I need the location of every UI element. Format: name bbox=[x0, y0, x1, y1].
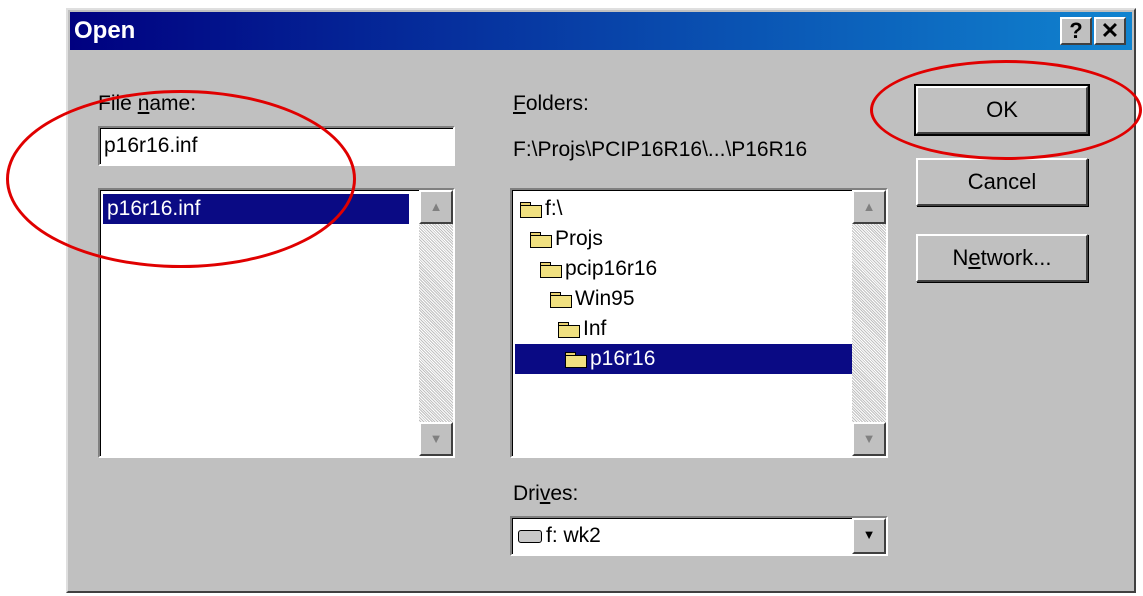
arrow-up-icon: ▲ bbox=[429, 199, 443, 214]
open-folder-icon bbox=[558, 321, 580, 338]
arrow-down-icon: ▼ bbox=[429, 431, 443, 446]
title-bar[interactable]: Open ? ✕ bbox=[70, 12, 1132, 50]
scroll-up-button[interactable]: ▲ bbox=[419, 190, 453, 224]
drives-label: Drives: bbox=[513, 482, 579, 505]
cancel-button[interactable]: Cancel bbox=[916, 158, 1088, 206]
open-folder-icon bbox=[565, 351, 587, 368]
folder-tree-scrollbar[interactable]: ▲ ▼ bbox=[852, 190, 886, 456]
window-title: Open bbox=[74, 17, 136, 44]
scroll-down-button[interactable]: ▼ bbox=[852, 422, 886, 456]
folder-item-selected[interactable]: p16r16 bbox=[515, 344, 852, 374]
file-name-label: File name: bbox=[98, 92, 197, 115]
folders-label: Folders: bbox=[513, 92, 589, 115]
folder-item[interactable]: Projs bbox=[530, 224, 603, 254]
folder-item[interactable]: Win95 bbox=[550, 284, 635, 314]
folder-tree[interactable]: f:\ Projs pcip16r16 Win95 Inf p16r16 ▲ ▼ bbox=[510, 188, 888, 458]
folder-item[interactable]: pcip16r16 bbox=[540, 254, 657, 284]
ok-button[interactable]: OK bbox=[914, 84, 1090, 136]
open-dialog: Open ? ✕ File name: p16r16.inf p16r16.in… bbox=[66, 8, 1136, 593]
file-name-input[interactable]: p16r16.inf bbox=[98, 126, 455, 166]
folder-item[interactable]: Inf bbox=[558, 314, 606, 344]
open-folder-icon bbox=[540, 261, 562, 278]
file-name-value: p16r16.inf bbox=[104, 134, 198, 157]
open-folder-icon bbox=[520, 201, 542, 218]
list-item[interactable]: p16r16.inf bbox=[103, 194, 409, 224]
chevron-down-icon: ▼ bbox=[862, 527, 876, 542]
file-list-scrollbar[interactable]: ▲ ▼ bbox=[419, 190, 453, 456]
folder-item[interactable]: f:\ bbox=[520, 194, 563, 224]
scroll-up-button[interactable]: ▲ bbox=[852, 190, 886, 224]
close-icon: ✕ bbox=[1100, 18, 1120, 43]
open-folder-icon bbox=[530, 231, 552, 248]
arrow-up-icon: ▲ bbox=[862, 199, 876, 214]
open-folder-icon bbox=[550, 291, 572, 308]
drives-select[interactable]: f: wk2 ▼ bbox=[510, 516, 888, 556]
drive-value: f: wk2 bbox=[518, 521, 601, 551]
current-path: F:\Projs\PCIP16R16\...\P16R16 bbox=[513, 138, 808, 161]
help-button[interactable]: ? bbox=[1060, 17, 1092, 45]
file-list[interactable]: p16r16.inf ▲ ▼ bbox=[98, 188, 455, 458]
arrow-down-icon: ▼ bbox=[862, 431, 876, 446]
scroll-down-button[interactable]: ▼ bbox=[419, 422, 453, 456]
close-button[interactable]: ✕ bbox=[1094, 17, 1126, 45]
dropdown-button[interactable]: ▼ bbox=[852, 518, 886, 554]
network-button[interactable]: Network... bbox=[916, 234, 1088, 282]
drive-icon bbox=[518, 529, 542, 543]
